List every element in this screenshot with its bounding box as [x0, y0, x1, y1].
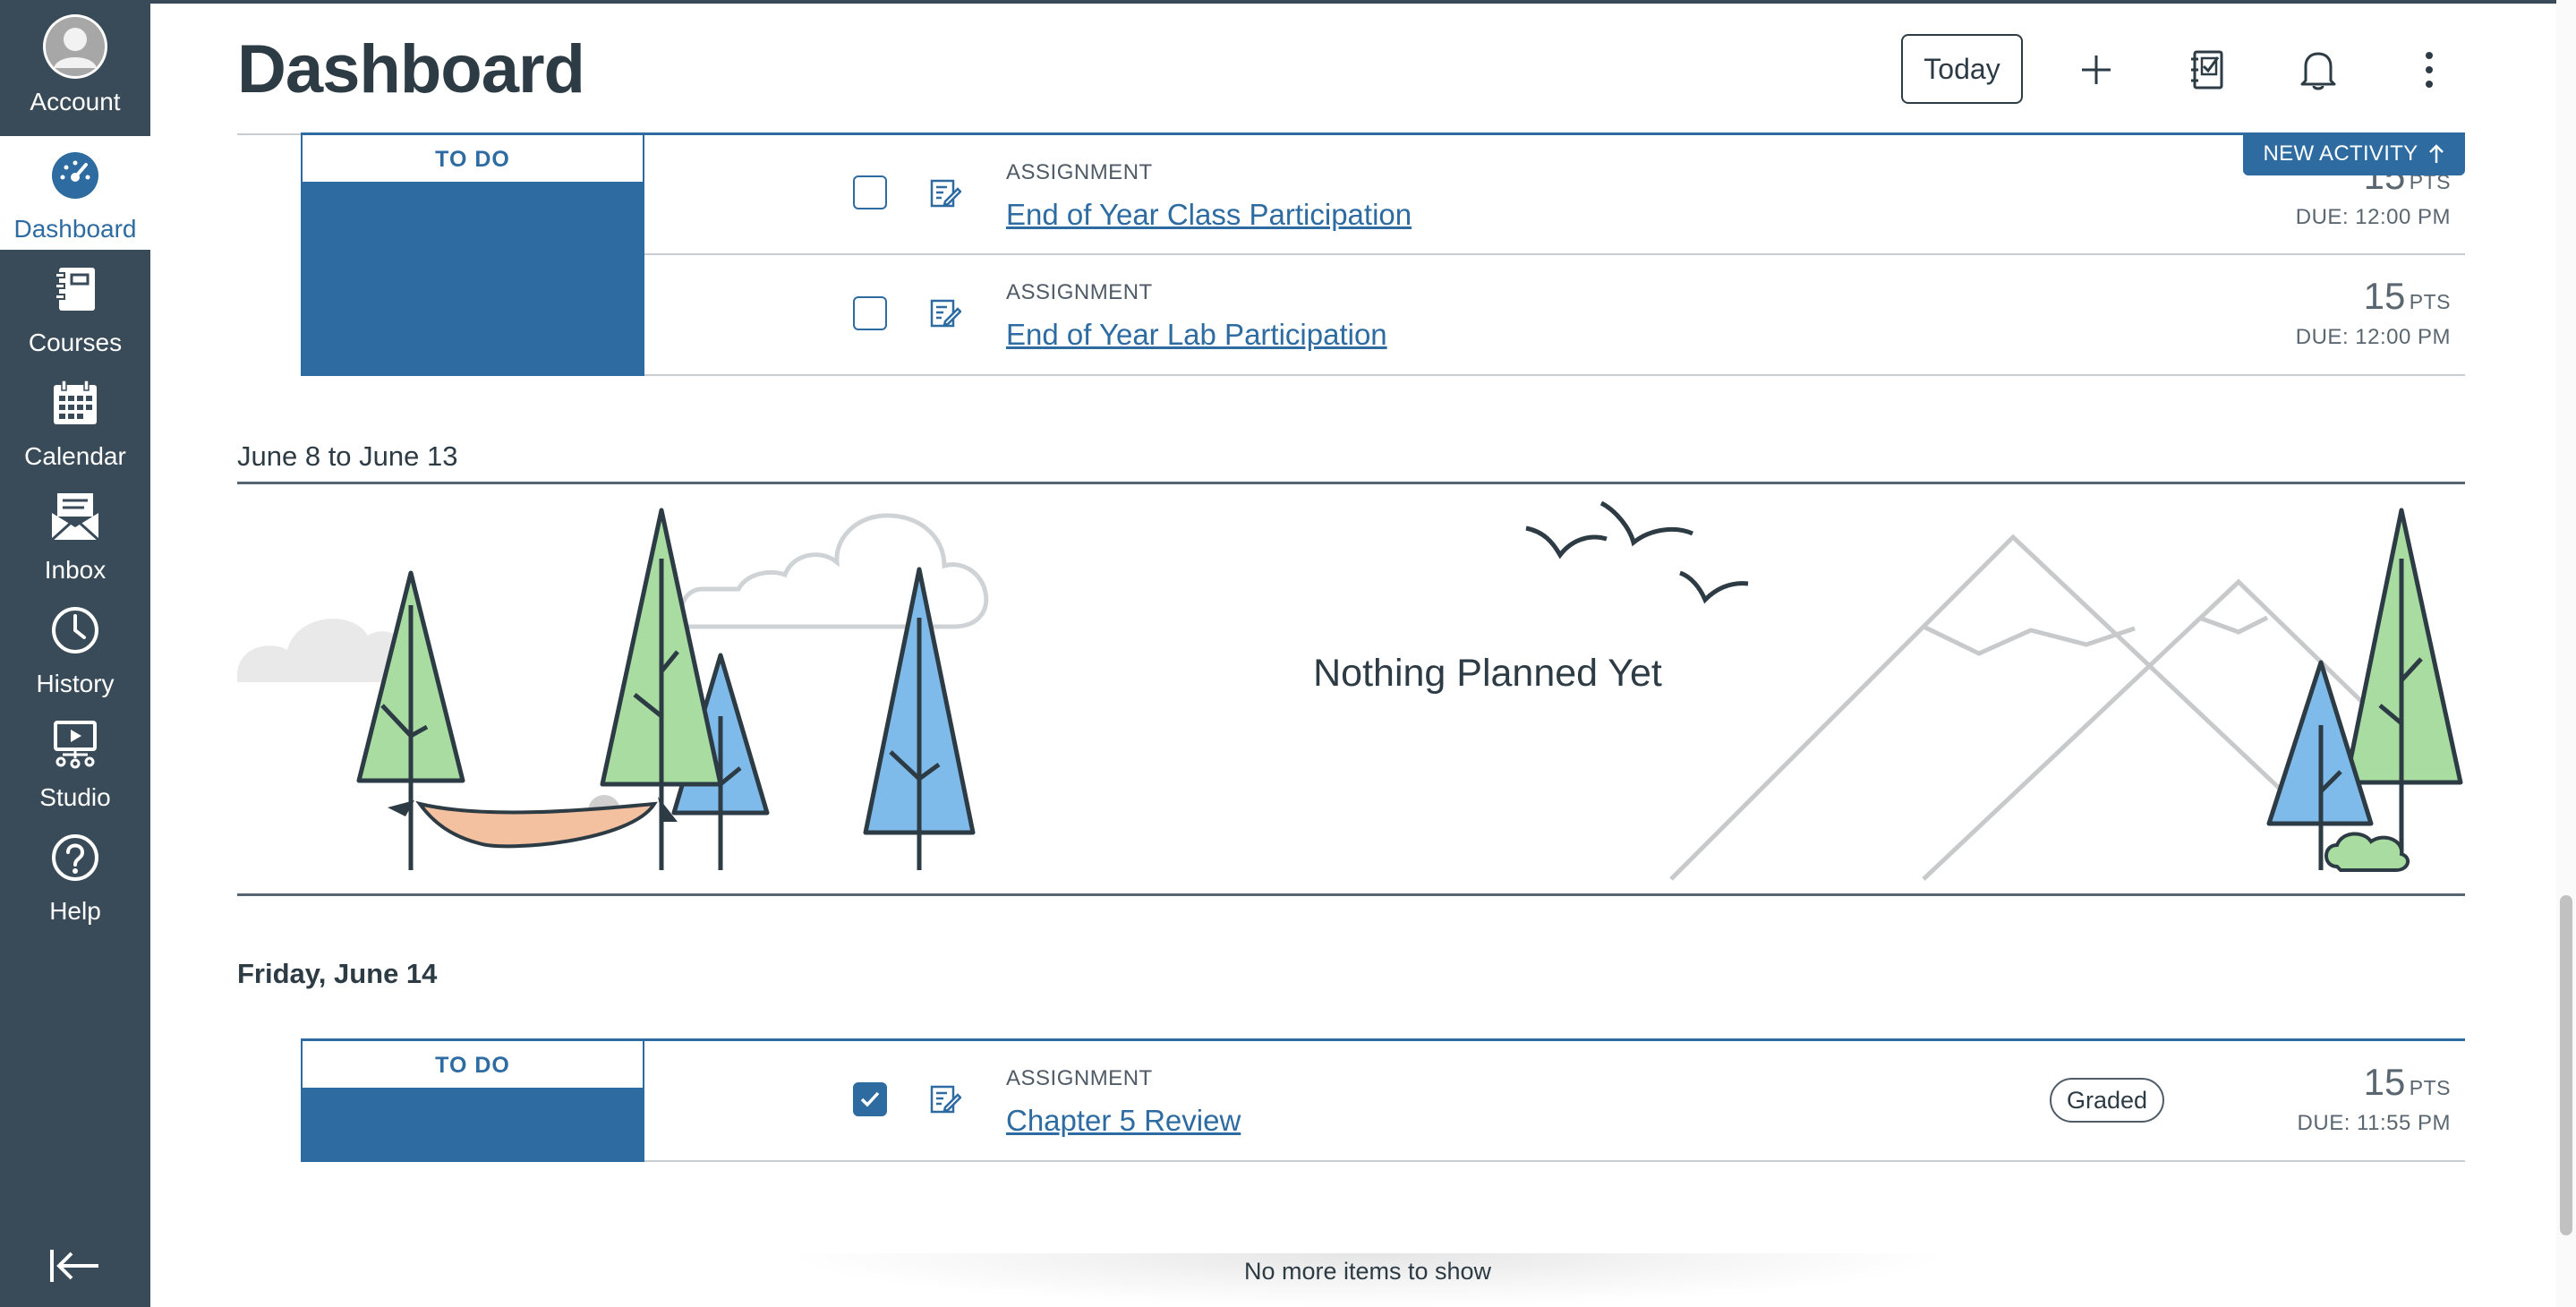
day-heading: Friday, June 14 [237, 958, 438, 989]
nav-item-courses[interactable]: Courses [0, 250, 150, 363]
more-options-kebab-icon[interactable] [2402, 43, 2456, 97]
assignment-title-link[interactable]: Chapter 5 Review [1006, 1104, 1241, 1138]
planner-item-row: ASSIGNMENT End of Year Lab Participation… [644, 255, 2465, 376]
nothing-planned-illustration [237, 500, 2463, 881]
nav-label-calendar: Calendar [24, 442, 126, 470]
account-avatar-icon [41, 13, 109, 81]
nav-label-history: History [36, 670, 115, 697]
add-todo-plus-icon[interactable] [2069, 43, 2123, 97]
arrow-up-icon [2429, 144, 2444, 163]
page-title: Dashboard [237, 31, 585, 107]
new-activity-button[interactable]: NEW ACTIVITY [2243, 132, 2465, 175]
assignment-title-link[interactable]: End of Year Lab Participation [1006, 318, 1387, 352]
group-color-bar: TO DO [301, 1041, 644, 1162]
item-type-label: ASSIGNMENT [1006, 160, 1153, 184]
assignment-icon [929, 296, 962, 333]
nav-item-calendar[interactable]: Calendar [0, 363, 150, 477]
due-time: DUE: 12:00 PM [2295, 205, 2451, 229]
dashboard-header: Dashboard Today [150, 0, 2576, 135]
nav-label-courses: Courses [28, 329, 123, 356]
complete-checkbox-checked[interactable] [853, 1082, 887, 1116]
points-value: 15 PTS [2363, 275, 2451, 317]
nav-item-account[interactable]: Account [0, 0, 150, 136]
todo-label[interactable]: TO DO [301, 1041, 644, 1089]
collapse-nav-icon[interactable] [47, 1243, 104, 1289]
help-question-icon [50, 833, 100, 883]
assignment-icon [929, 1082, 962, 1119]
nav-item-studio[interactable]: Studio [0, 705, 150, 818]
date-range-bottom-rule [237, 893, 2465, 896]
item-type-label: ASSIGNMENT [1006, 280, 1153, 304]
scrollbar-thumb[interactable] [2560, 895, 2572, 1235]
planner-item-row: ASSIGNMENT End of Year Class Participati… [644, 135, 2465, 255]
new-activity-label: NEW ACTIVITY [2263, 141, 2418, 166]
due-time: DUE: 11:55 PM [2297, 1111, 2451, 1135]
assignment-title-link[interactable]: End of Year Class Participation [1006, 198, 1412, 232]
nav-label-dashboard: Dashboard [13, 215, 137, 243]
nav-label-inbox: Inbox [44, 556, 107, 584]
points-value: 15 PTS [2363, 1061, 2451, 1103]
nav-label-account: Account [30, 88, 121, 115]
inbox-envelope-icon [48, 491, 102, 542]
nav-item-help[interactable]: Help [0, 818, 150, 932]
date-range-heading: June 8 to June 13 [237, 440, 458, 472]
nav-item-inbox[interactable]: Inbox [0, 477, 150, 591]
item-type-label: ASSIGNMENT [1006, 1066, 1153, 1090]
nav-item-history[interactable]: History [0, 591, 150, 705]
today-button[interactable]: Today [1901, 34, 2023, 104]
nothing-planned-message: Nothing Planned Yet [1313, 652, 1662, 695]
history-clock-icon [50, 605, 100, 655]
group-color-bar: TO DO [301, 135, 644, 376]
courses-book-icon [50, 264, 100, 314]
planner-main: TO DO ASSIGNMENT End of Year Class Parti… [150, 132, 2576, 1307]
todo-label[interactable]: TO DO [301, 135, 644, 184]
complete-checkbox[interactable] [853, 175, 887, 209]
graded-status-badge: Graded [2050, 1078, 2164, 1123]
no-more-items-message: No more items to show [777, 1253, 1958, 1307]
studio-monitor-icon [50, 719, 100, 769]
nav-label-studio: Studio [39, 783, 111, 811]
notifications-bell-icon[interactable] [2291, 43, 2345, 97]
dashboard-gauge-icon [50, 150, 100, 201]
calendar-icon [50, 378, 100, 428]
nav-label-help: Help [49, 897, 101, 925]
global-nav: Account Dashboard Courses Calendar Inbox… [0, 0, 150, 1307]
planner-item-row: ASSIGNMENT Chapter 5 Review 15 PTS DUE: … [644, 1041, 2465, 1162]
due-time: DUE: 12:00 PM [2295, 325, 2451, 349]
todo-list-icon[interactable] [2180, 43, 2234, 97]
checkmark-icon [860, 1091, 880, 1107]
nav-item-dashboard[interactable]: Dashboard [0, 136, 150, 250]
complete-checkbox[interactable] [853, 296, 887, 330]
assignment-icon [929, 176, 962, 213]
